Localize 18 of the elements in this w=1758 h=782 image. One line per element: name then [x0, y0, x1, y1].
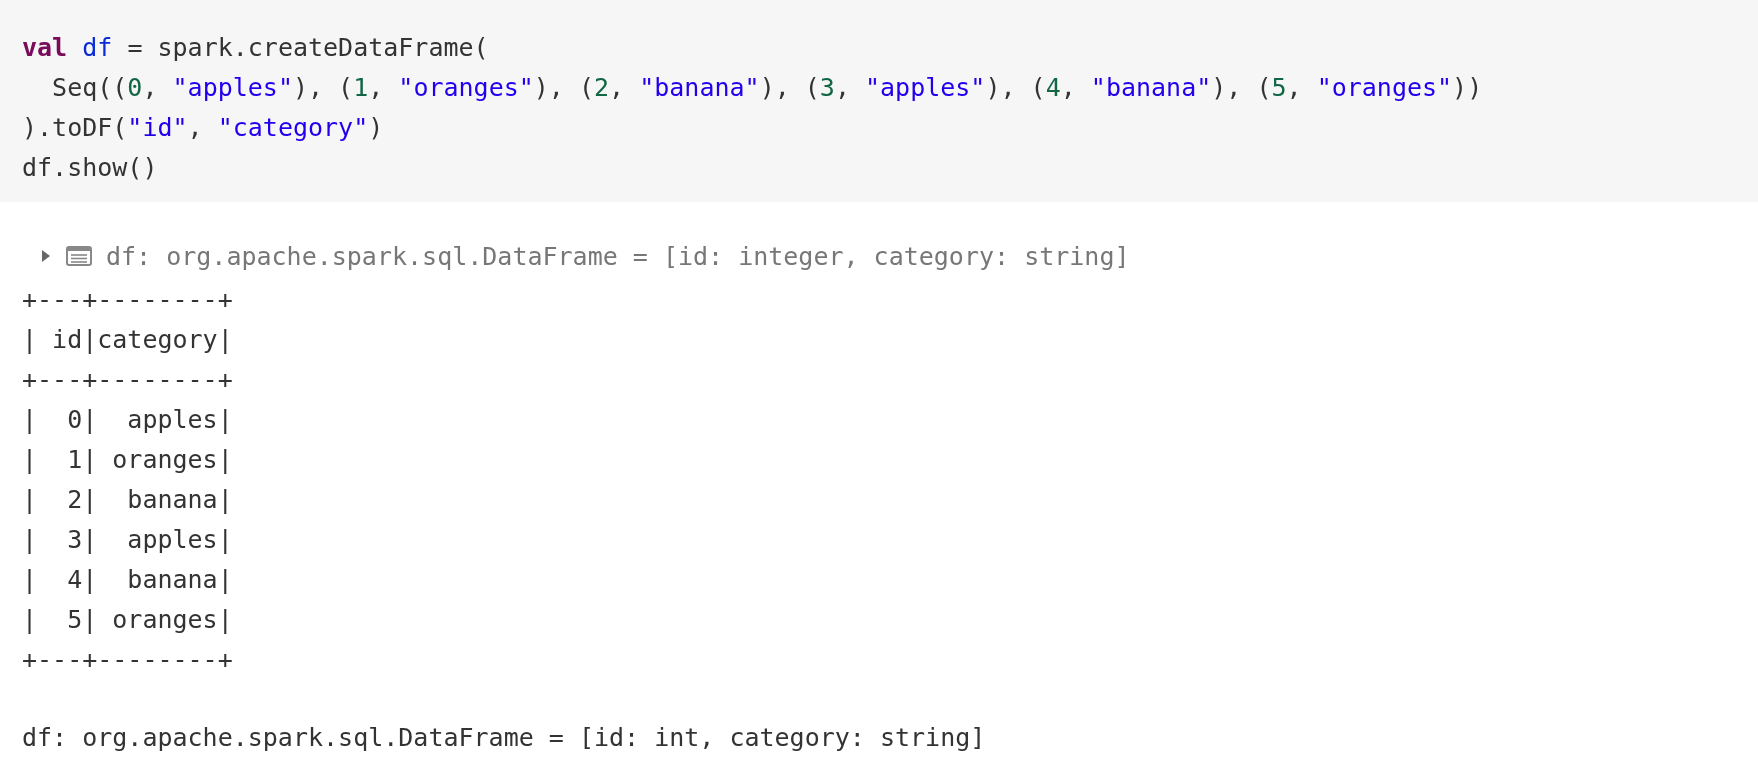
- output-line: | 5| oranges|: [22, 604, 233, 636]
- output-line: +---+--------+: [22, 644, 233, 676]
- output-line: | id|category|: [22, 324, 233, 356]
- output-line: | 0| apples|: [22, 404, 233, 436]
- output-line: +---+--------+: [22, 284, 233, 316]
- table-icon: [66, 246, 92, 266]
- schema-text: df: org.apache.spark.sql.DataFrame = [id: integer, category: string]: [106, 241, 1130, 271]
- code-line: df.show(): [22, 152, 158, 184]
- output-line: | 4| banana|: [22, 564, 233, 596]
- output-line: | 1| oranges|: [22, 444, 233, 476]
- code-line: val df = spark.createDataFrame(: [22, 32, 489, 64]
- output-line: | 3| apples|: [22, 524, 233, 556]
- output-line: +---+--------+: [22, 364, 233, 396]
- output-line: | 2| banana|: [22, 484, 233, 516]
- summary-text: df: org.apache.spark.sql.DataFrame = [id: int, category: string]: [22, 722, 986, 754]
- expand-toggle-icon[interactable]: [40, 249, 52, 263]
- code-line: ).toDF("id", "category"): [22, 112, 384, 144]
- code-line: Seq((0, "apples"), (1, "oranges"), (2, "banana"), (3, "apples"), (4, "banana"), (5, "oranges")): [51, 72, 1483, 104]
